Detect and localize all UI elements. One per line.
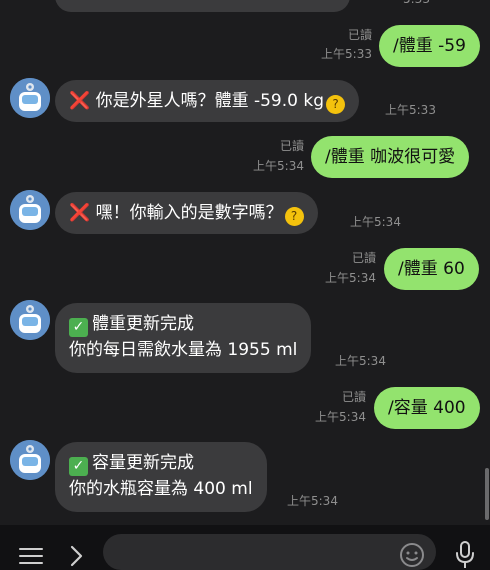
read-receipt: 已讀 (341, 390, 366, 404)
message-bubble-outgoing[interactable]: /體重 60 (384, 248, 479, 290)
read-receipt: 已讀 (351, 251, 376, 265)
message-time: 上午5:34 (253, 159, 304, 173)
message-text: /容量 400 (388, 398, 466, 418)
doctor-avatar-icon (10, 78, 50, 118)
message-text: 容量更新完成 (92, 453, 194, 473)
message-text: 你的每日需飲水量為 1955 ml (69, 340, 298, 360)
message-bubble-incoming[interactable]: ✓ 容量更新完成 你的水瓶容量為 400 ml (55, 442, 267, 512)
message-text: 你是外星人嗎？體重 -59.0 kg (95, 91, 325, 111)
message-bubble-incoming[interactable]: ❌ 嘿！你輸入的是數字嗎？? (55, 192, 318, 234)
thinking-face-icon: ? (326, 95, 346, 114)
message-bubble-incoming[interactable] (55, 0, 350, 12)
message-bubble-incoming[interactable]: ✓ 體重更新完成 你的每日需飲水量為 1955 ml (55, 303, 312, 373)
message-bubble-outgoing[interactable]: /體重 -59 (379, 25, 480, 67)
check-mark-icon: ✓ (69, 457, 88, 476)
message-time: 上午5:34 (335, 354, 386, 368)
message-time: 上午5:33 (321, 47, 372, 61)
message-input[interactable] (103, 534, 436, 570)
thinking-face-icon: ? (284, 207, 304, 226)
message-text: 你的水瓶容量為 400 ml (69, 479, 253, 499)
doctor-avatar-icon (10, 300, 50, 340)
message-text: /體重 咖波很可愛 (325, 147, 456, 167)
doctor-avatar-icon (10, 440, 50, 480)
hamburger-menu-icon[interactable] (19, 546, 43, 566)
message-bubble-outgoing[interactable]: /容量 400 (374, 387, 480, 429)
bot-avatar[interactable] (10, 440, 50, 480)
chat-history: 5:33 已讀 上午5:33 /體重 -59 ❌ 你是外星人嗎？體重 -59.0… (0, 0, 490, 525)
message-bubble-outgoing[interactable]: /體重 咖波很可愛 (311, 136, 470, 178)
doctor-avatar-icon (10, 190, 50, 230)
bot-avatar[interactable] (10, 190, 50, 230)
cross-mark-icon: ❌ (69, 203, 91, 223)
message-text: /體重 -59 (393, 36, 466, 56)
read-receipt: 已讀 (279, 139, 304, 153)
message-text: 體重更新完成 (92, 314, 194, 334)
read-receipt: 已讀 (347, 28, 372, 42)
message-time: 上午5:34 (315, 410, 366, 424)
message-time: 上午5:34 (350, 215, 401, 229)
bot-avatar[interactable] (10, 78, 50, 118)
smiley-icon[interactable] (399, 542, 425, 568)
message-text: 嘿！你輸入的是數字嗎？ (95, 203, 283, 223)
message-time: 上午5:34 (325, 271, 376, 285)
chevron-right-icon[interactable] (67, 544, 85, 568)
message-text: /體重 60 (398, 259, 465, 279)
message-time: 5:33 (403, 0, 443, 7)
message-time: 上午5:34 (287, 494, 338, 508)
message-bubble-incoming[interactable]: ❌ 你是外星人嗎？體重 -59.0 kg? (55, 80, 360, 122)
message-line-1: ✓ 體重更新完成 (69, 311, 297, 337)
microphone-icon[interactable] (455, 540, 475, 570)
bot-avatar[interactable] (10, 300, 50, 340)
check-mark-icon: ✓ (69, 318, 88, 337)
message-time: 上午5:33 (385, 103, 436, 117)
cross-mark-icon: ❌ (69, 91, 91, 111)
scrollbar-thumb[interactable] (485, 468, 489, 520)
message-line-1: ✓ 容量更新完成 (69, 450, 253, 476)
